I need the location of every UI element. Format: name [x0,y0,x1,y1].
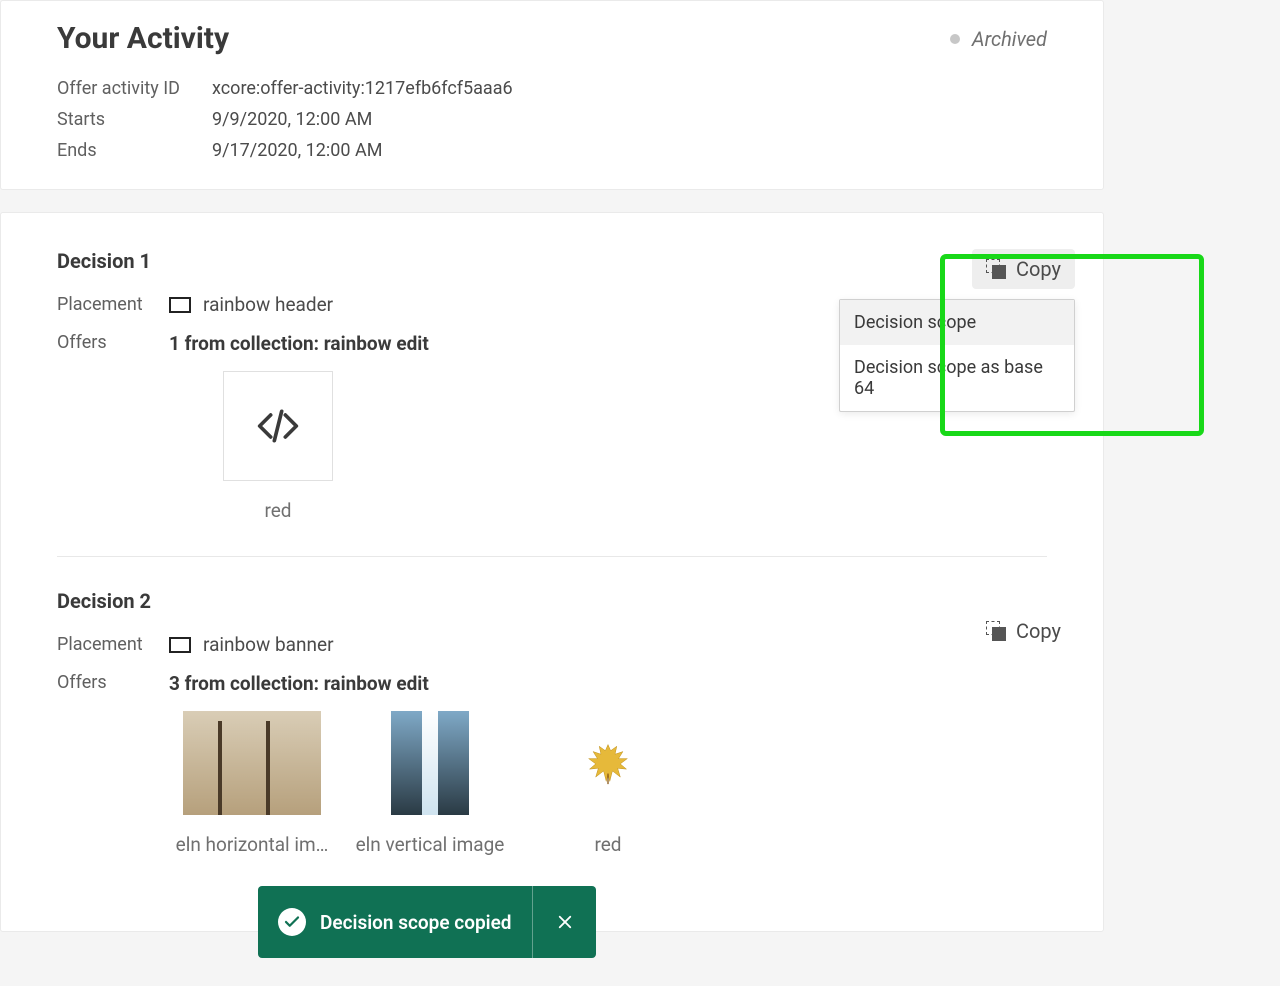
decision-title: Decision 2 [57,589,1047,613]
copy-label: Copy [1016,257,1061,281]
toast-close-button[interactable] [532,886,596,958]
offer-item[interactable]: eln horizontal im… [177,711,327,856]
copy-icon [986,621,1006,641]
offer-item[interactable]: eln vertical image [355,711,505,856]
toast-message: Decision scope copied [320,911,512,934]
offers-label: Offers [57,332,169,353]
offer-name: red [594,833,621,856]
placement-label: Placement [57,294,169,315]
offer-name: eln horizontal im… [176,833,329,856]
meta-starts-value: 9/9/2020, 12:00 AM [212,109,1047,130]
divider [57,556,1047,557]
offer-item[interactable]: red [533,711,683,856]
meta-ends-value: 9/17/2020, 12:00 AM [212,140,1047,161]
status-badge: Archived [950,27,1047,51]
activity-header-card: Your Activity Archived Offer activity ID… [0,0,1104,190]
copy-button[interactable]: Copy [972,249,1075,289]
offer-name: red [264,499,291,522]
placement-label: Placement [57,634,169,655]
decision-block: Decision 2 Placement rainbow banner Offe… [57,589,1047,856]
copy-label: Copy [1016,619,1061,643]
offer-item[interactable]: red [203,371,353,522]
meta-starts-label: Starts [57,109,212,130]
status-dot-icon [950,34,960,44]
meta-id-label: Offer activity ID [57,78,212,99]
placement-icon [169,297,191,313]
decision-title: Decision 1 [57,249,1047,273]
dropdown-item-decision-scope[interactable]: Decision scope [840,300,1074,345]
placement-value: rainbow header [203,293,333,316]
code-icon [223,371,333,481]
check-circle-icon [278,908,306,936]
page-title: Your Activity [57,21,229,56]
status-text: Archived [972,27,1047,51]
offers-label: Offers [57,672,169,693]
close-icon [556,913,574,931]
copy-icon [986,259,1006,279]
copy-dropdown: Decision scope Decision scope as base 64 [839,299,1075,412]
offer-thumbnail [183,711,321,815]
offers-summary: 3 from collection: rainbow edit [169,672,1047,695]
meta-id-value: xcore:offer-activity:1217efb6fcf5aaa6 [212,78,1047,99]
dropdown-item-decision-scope-base64[interactable]: Decision scope as base 64 [840,345,1074,411]
offer-name: eln vertical image [356,833,505,856]
toast: Decision scope copied [258,886,596,958]
offer-thumbnail [391,711,469,815]
copy-button[interactable]: Copy [972,611,1075,651]
meta-ends-label: Ends [57,140,212,161]
decisions-card: Decision 1 Placement rainbow header Offe… [0,212,1104,932]
placement-icon [169,637,191,653]
placement-value: rainbow banner [203,633,334,656]
leaf-icon [553,711,663,815]
